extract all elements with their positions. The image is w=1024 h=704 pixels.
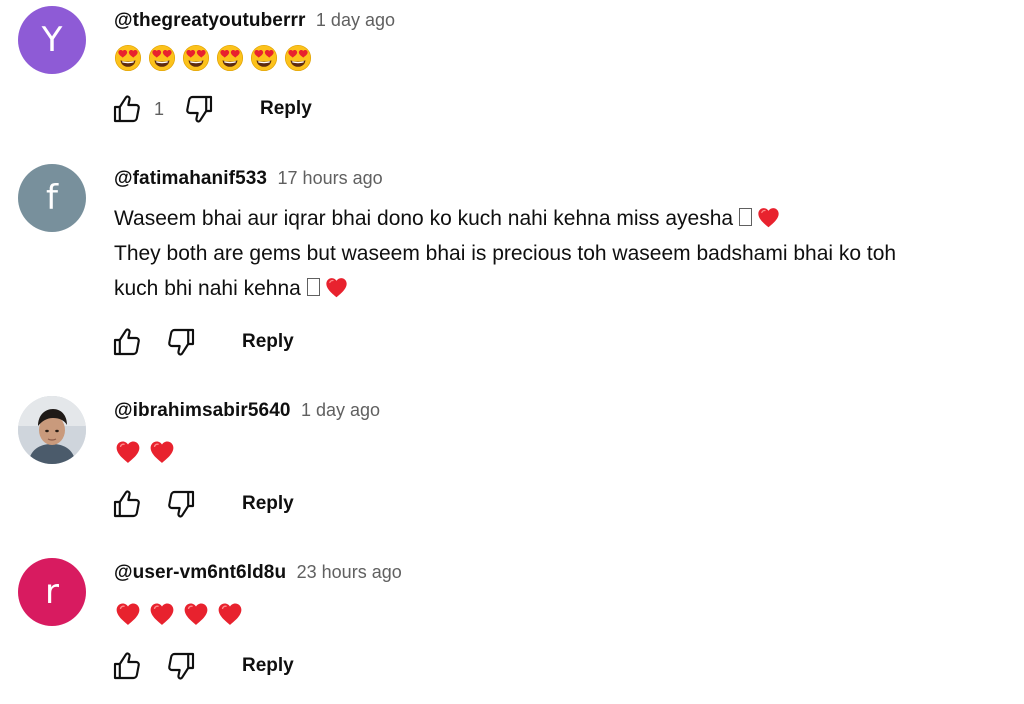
reply-button[interactable]: Reply	[242, 493, 294, 515]
thumbs-down-icon	[165, 326, 197, 358]
red-heart-emoji	[114, 600, 142, 628]
red-heart-emoji	[182, 600, 210, 628]
comment-author[interactable]: @thegreatyoutuberrr	[114, 10, 305, 31]
comment-author[interactable]: @ibrahimsabir5640	[114, 400, 291, 421]
comment-actions: 1 Reply	[110, 91, 312, 127]
heart-eyes-emoji	[250, 44, 278, 72]
reply-button[interactable]: Reply	[260, 98, 312, 120]
thumbs-up-icon	[111, 326, 143, 358]
like-button[interactable]	[110, 649, 144, 683]
comment-header: @user-vm6nt6ld8u 23 hours ago	[114, 562, 402, 584]
red-heart-emoji	[324, 275, 349, 300]
comment-timestamp[interactable]: 1 day ago	[316, 10, 395, 30]
avatar-letter: r	[45, 572, 59, 612]
comment-text-line: kuch bhi nahi kehna	[114, 271, 1014, 306]
comment-text-line: Waseem bhai aur iqrar bhai dono ko kuch …	[114, 201, 1014, 236]
unrendered-glyph	[306, 278, 320, 296]
avatar[interactable]: Y	[18, 6, 86, 74]
red-heart-emoji	[148, 438, 176, 466]
heart-eyes-emoji	[284, 44, 312, 72]
comment-timestamp[interactable]: 1 day ago	[301, 400, 380, 420]
comment-text-line: They both are gems but waseem bhai is pr…	[114, 242, 897, 265]
comment-author[interactable]: @fatimahanif533	[114, 168, 267, 189]
avatar[interactable]: r	[18, 558, 86, 626]
thumbs-down-icon	[165, 650, 197, 682]
thumbs-up-icon	[111, 650, 143, 682]
like-button[interactable]	[110, 487, 144, 521]
dislike-button[interactable]	[164, 649, 198, 683]
thumbs-down-icon	[165, 488, 197, 520]
heart-eyes-emoji	[216, 44, 244, 72]
avatar-letter: Y	[41, 20, 63, 60]
thumbs-up-icon	[111, 488, 143, 520]
comment-text	[114, 596, 1014, 631]
comment-text: Waseem bhai aur iqrar bhai dono ko kuch …	[114, 201, 1014, 306]
red-heart-emoji	[114, 438, 142, 466]
comment-timestamp[interactable]: 17 hours ago	[278, 168, 383, 188]
avatar[interactable]: f	[18, 164, 86, 232]
comment-header: @thegreatyoutuberrr 1 day ago	[114, 10, 395, 32]
heart-eyes-emoji	[182, 44, 210, 72]
avatar[interactable]	[18, 396, 86, 464]
comment-text	[114, 434, 1014, 469]
red-heart-emoji	[148, 600, 176, 628]
comment-timestamp[interactable]: 23 hours ago	[297, 562, 402, 582]
unrendered-glyph	[739, 208, 753, 226]
comment-author[interactable]: @user-vm6nt6ld8u	[114, 562, 286, 583]
comment-actions: Reply	[110, 486, 294, 522]
dislike-button[interactable]	[164, 325, 198, 359]
like-button[interactable]	[110, 92, 144, 126]
comment-actions: Reply	[110, 324, 294, 360]
avatar-letter: f	[46, 178, 58, 218]
like-count: 1	[154, 98, 165, 119]
dislike-button[interactable]	[164, 487, 198, 521]
comment-header: @ibrahimsabir5640 1 day ago	[114, 400, 380, 422]
thumbs-up-icon	[111, 93, 143, 125]
reply-button[interactable]: Reply	[242, 655, 294, 677]
thumbs-down-icon	[183, 93, 215, 125]
dislike-button[interactable]	[182, 92, 216, 126]
comment-text	[114, 40, 1014, 75]
like-button[interactable]	[110, 325, 144, 359]
reply-button[interactable]: Reply	[242, 331, 294, 353]
heart-eyes-emoji	[114, 44, 142, 72]
red-heart-emoji	[216, 600, 244, 628]
avatar-photo	[18, 396, 86, 464]
heart-eyes-emoji	[148, 44, 176, 72]
comment-header: @fatimahanif533 17 hours ago	[114, 168, 383, 190]
comment-actions: Reply	[110, 648, 294, 684]
red-heart-emoji	[756, 205, 781, 230]
